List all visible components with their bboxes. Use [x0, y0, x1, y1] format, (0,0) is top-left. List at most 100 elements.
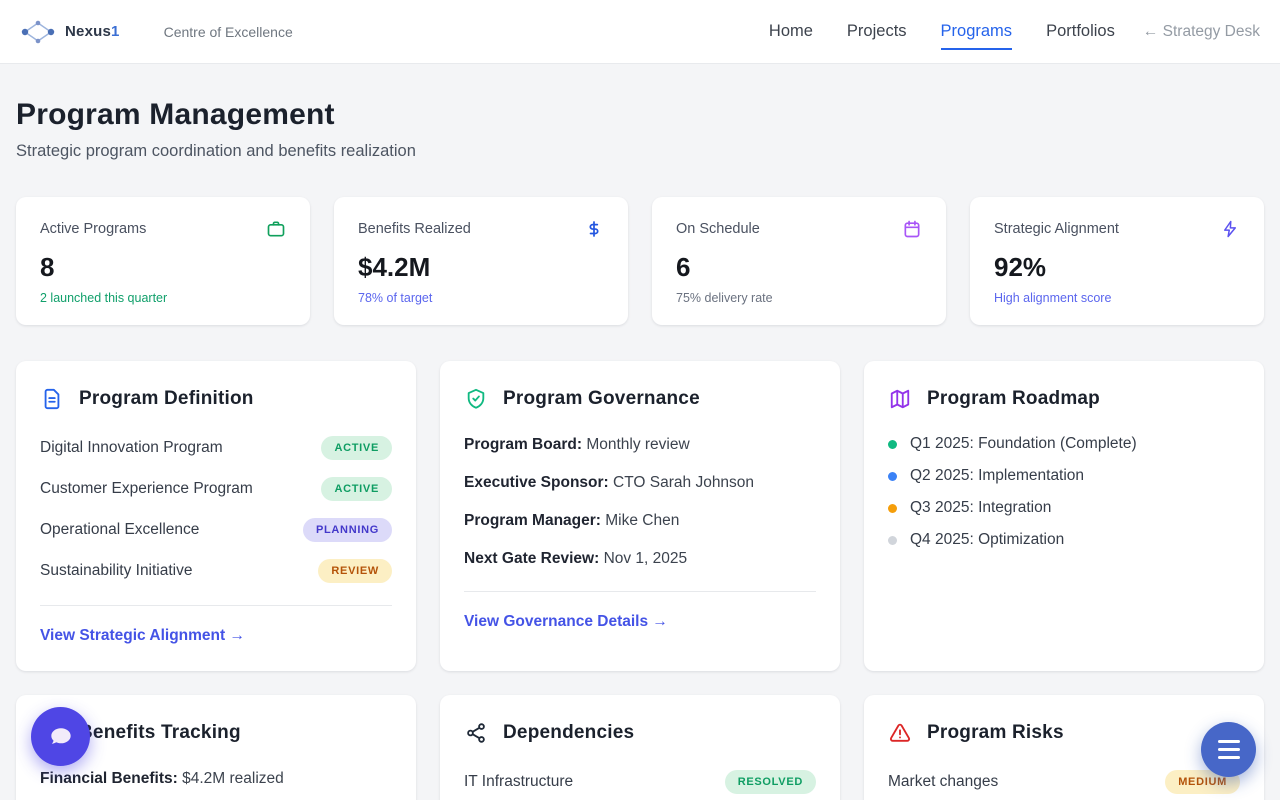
hamburger-icon	[1218, 740, 1240, 759]
file-text-icon	[40, 387, 64, 411]
briefcase-icon	[266, 219, 286, 239]
roadmap-milestone: Q4 2025: Optimization	[888, 531, 1240, 549]
nav-programs[interactable]: Programs	[941, 22, 1013, 41]
stat-subtext: 2 launched this quarter	[40, 291, 286, 305]
list-item: Operational Excellence PLANNING	[40, 517, 392, 543]
status-badge: REVIEW	[318, 559, 392, 583]
stat-label: On Schedule	[676, 221, 760, 237]
map-icon	[888, 387, 912, 411]
program-roadmap-card: Program Roadmap Q1 2025: Foundation (Com…	[864, 361, 1264, 671]
stat-card-benefits-realized: Benefits Realized $4.2M 78% of target	[334, 197, 628, 325]
governance-row: Next Gate Review: Nov 1, 2025	[464, 549, 816, 570]
kv-value: CTO Sarah Johnson	[613, 474, 754, 491]
kv-label: Executive Sponsor:	[464, 474, 609, 491]
milestone-dot	[888, 536, 897, 545]
governance-row: Program Manager: Mike Chen	[464, 511, 816, 532]
kv-value: Monthly review	[586, 436, 689, 453]
nav-home[interactable]: Home	[769, 22, 813, 41]
divider	[40, 605, 392, 606]
stat-label: Benefits Realized	[358, 221, 471, 237]
alert-triangle-icon	[888, 721, 912, 745]
list-item: Customer Experience Program ACTIVE	[40, 476, 392, 502]
status-badge: ACTIVE	[321, 436, 392, 460]
milestone-dot	[888, 472, 897, 481]
milestone-text: Q2 2025: Implementation	[910, 467, 1084, 485]
kv-label: Program Manager:	[464, 512, 601, 529]
kv-value: Mike Chen	[605, 512, 679, 529]
page-header: Program Management Strategic program coo…	[0, 64, 1280, 161]
program-name: Customer Experience Program	[40, 480, 253, 498]
program-governance-card: Program Governance Program Board: Monthl…	[440, 361, 840, 671]
roadmap-milestone: Q1 2025: Foundation (Complete)	[888, 435, 1240, 453]
benefits-row: Financial Benefits: $4.2M realized	[40, 769, 392, 790]
stat-value: $4.2M	[358, 252, 604, 283]
org-subtitle: Centre of Excellence	[164, 24, 293, 40]
menu-fab-button[interactable]	[1201, 722, 1256, 777]
chat-bubble-icon	[47, 723, 75, 751]
card-title: Program Definition	[79, 388, 254, 410]
card-title: Benefits Tracking	[79, 722, 241, 744]
shield-check-icon	[464, 387, 488, 411]
cards-row-1: Program Definition Digital Innovation Pr…	[16, 361, 1264, 671]
risk-name: Market changes	[888, 773, 998, 791]
status-badge: RESOLVED	[725, 770, 816, 794]
milestone-dot	[888, 504, 897, 513]
stat-card-active-programs: Active Programs 8 2 launched this quarte…	[16, 197, 310, 325]
roadmap-milestone: Q3 2025: Integration	[888, 499, 1240, 517]
card-title: Program Roadmap	[927, 388, 1100, 410]
strategy-desk-back-link[interactable]: ← Strategy Desk	[1143, 23, 1260, 41]
chat-fab-button[interactable]	[31, 707, 90, 766]
stat-subtext: 75% delivery rate	[676, 291, 922, 305]
top-nav-bar: Nexus1 Centre of Excellence Home Project…	[0, 0, 1280, 64]
status-badge: ACTIVE	[321, 477, 392, 501]
program-definition-card: Program Definition Digital Innovation Pr…	[16, 361, 416, 671]
dependencies-card: Dependencies IT Infrastructure RESOLVED …	[440, 695, 840, 800]
kv-label: Financial Benefits:	[40, 770, 178, 787]
list-item: IT Infrastructure RESOLVED	[464, 769, 816, 795]
stat-subtext: 78% of target	[358, 291, 604, 305]
milestone-text: Q4 2025: Optimization	[910, 531, 1064, 549]
calendar-icon	[902, 219, 922, 239]
kv-value: Nov 1, 2025	[604, 550, 688, 567]
stat-card-on-schedule: On Schedule 6 75% delivery rate	[652, 197, 946, 325]
card-title: Dependencies	[503, 722, 634, 744]
card-title: Program Risks	[927, 722, 1064, 744]
governance-row: Program Board: Monthly review	[464, 435, 816, 456]
page-subtitle: Strategic program coordination and benef…	[16, 142, 1264, 161]
share-network-icon	[464, 721, 488, 745]
stats-row: Active Programs 8 2 launched this quarte…	[16, 197, 1264, 325]
main-nav: Home Projects Programs Portfolios	[769, 22, 1115, 41]
nexus-logo-icon	[20, 19, 56, 45]
stat-card-strategic-alignment: Strategic Alignment 92% High alignment s…	[970, 197, 1264, 325]
dependency-name: IT Infrastructure	[464, 773, 573, 791]
milestone-dot	[888, 440, 897, 449]
list-item: Digital Innovation Program ACTIVE	[40, 435, 392, 461]
program-name: Digital Innovation Program	[40, 439, 223, 457]
page-title: Program Management	[16, 98, 1264, 132]
kv-label: Next Gate Review:	[464, 550, 599, 567]
milestone-text: Q3 2025: Integration	[910, 499, 1051, 517]
view-governance-details-link[interactable]: View Governance Details →	[464, 613, 668, 631]
kv-label: Program Board:	[464, 436, 582, 453]
status-badge: PLANNING	[303, 518, 392, 542]
stat-subtext: High alignment score	[994, 291, 1240, 305]
view-strategic-alignment-link[interactable]: View Strategic Alignment →	[40, 627, 245, 645]
cards-row-2: Benefits Tracking Financial Benefits: $4…	[16, 695, 1264, 800]
card-title: Program Governance	[503, 388, 700, 410]
brand-logo[interactable]: Nexus1	[20, 19, 120, 45]
list-item: Market changes MEDIUM	[888, 769, 1240, 795]
milestone-text: Q1 2025: Foundation (Complete)	[910, 435, 1137, 453]
list-item: Sustainability Initiative REVIEW	[40, 558, 392, 584]
brand-name: Nexus1	[65, 23, 120, 40]
stat-label: Active Programs	[40, 221, 146, 237]
governance-row: Executive Sponsor: CTO Sarah Johnson	[464, 473, 816, 494]
stat-value: 8	[40, 252, 286, 283]
stat-value: 6	[676, 252, 922, 283]
dollar-icon	[584, 219, 604, 239]
program-name: Sustainability Initiative	[40, 562, 193, 580]
nav-projects[interactable]: Projects	[847, 22, 907, 41]
roadmap-milestone: Q2 2025: Implementation	[888, 467, 1240, 485]
program-name: Operational Excellence	[40, 521, 199, 539]
nav-portfolios[interactable]: Portfolios	[1046, 22, 1115, 41]
stat-label: Strategic Alignment	[994, 221, 1119, 237]
